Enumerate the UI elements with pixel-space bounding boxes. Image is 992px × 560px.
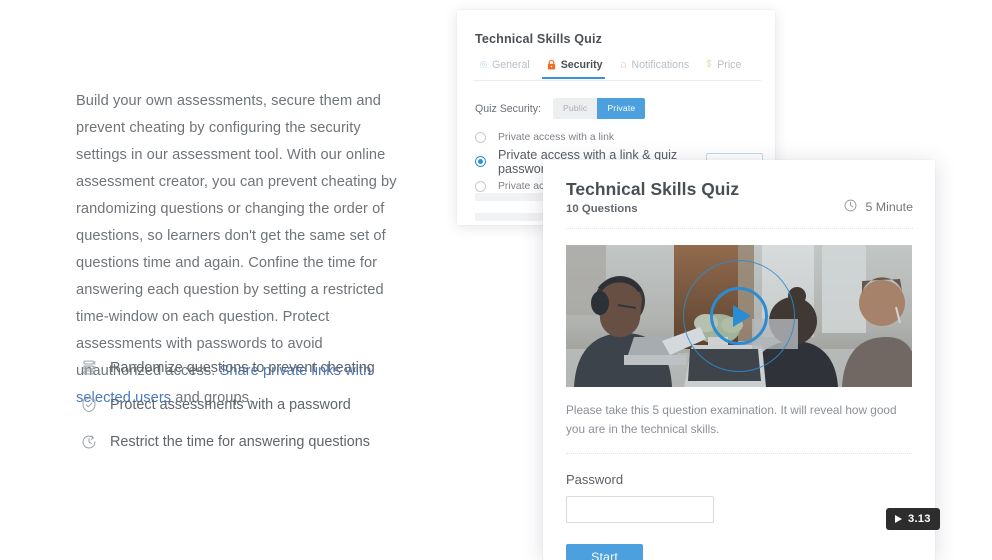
play-triangle-icon xyxy=(895,515,902,523)
tab-price[interactable]: Price xyxy=(699,59,751,78)
tab-general[interactable]: General xyxy=(473,59,540,78)
shuffle-layers-icon xyxy=(76,355,102,381)
clock-icon xyxy=(843,198,858,216)
lock-icon xyxy=(546,59,557,71)
quiz-intro-video[interactable] xyxy=(566,245,912,387)
play-inner-circle xyxy=(710,287,768,345)
password-input[interactable] xyxy=(566,496,714,523)
gear-icon xyxy=(479,60,488,69)
quiz-security-row: Quiz Security: Public Private xyxy=(475,98,645,119)
shield-check-icon xyxy=(76,392,102,418)
tab-notifications-label: Notifications xyxy=(632,59,690,71)
quiz-preview-header: Technical Skills Quiz 10 Questions 5 Min… xyxy=(543,160,935,215)
settings-tabs: General Security Notifications xyxy=(473,56,761,81)
list-item: Protect assessments with a password xyxy=(76,386,416,423)
list-item: Randomize questions to prevent cheating xyxy=(76,349,416,386)
radio-icon-selected xyxy=(475,156,486,167)
description-divider xyxy=(566,453,912,454)
quiz-preview-card: Technical Skills Quiz 10 Questions 5 Min… xyxy=(543,160,935,560)
list-item-label: Protect assessments with a password xyxy=(110,395,351,415)
play-button-icon[interactable] xyxy=(681,258,797,374)
quiz-duration-label: 5 Minute xyxy=(865,200,913,214)
start-button[interactable]: Start xyxy=(566,544,643,560)
quiz-preview-title: Technical Skills Quiz xyxy=(566,178,913,200)
play-triangle xyxy=(733,305,751,327)
settings-card-title: Technical Skills Quiz xyxy=(475,32,602,46)
clock-restrict-icon xyxy=(76,429,102,455)
list-item-label: Restrict the time for answering question… xyxy=(110,432,370,452)
video-time-label: 3.13 xyxy=(908,513,931,525)
tab-general-label: General xyxy=(492,59,530,71)
radio-option-link[interactable]: Private access with a link xyxy=(475,126,763,148)
bell-icon xyxy=(619,60,628,70)
quiz-security-label: Quiz Security: xyxy=(475,103,541,115)
feature-list: Randomize questions to prevent cheating … xyxy=(76,349,416,460)
radio-option-link-label: Private access with a link xyxy=(498,132,614,143)
tab-price-label: Price xyxy=(717,59,741,71)
quiz-security-segmented-control[interactable]: Public Private xyxy=(553,98,645,119)
list-item-label: Randomize questions to prevent cheating xyxy=(110,358,375,378)
radio-icon xyxy=(475,132,486,143)
video-time-badge[interactable]: 3.13 xyxy=(886,508,940,530)
password-label: Password xyxy=(566,472,912,487)
tab-notifications[interactable]: Notifications xyxy=(613,59,700,78)
quiz-description: Please take this 5 question examination.… xyxy=(566,401,912,439)
quiz-duration: 5 Minute xyxy=(843,198,913,216)
segment-private[interactable]: Private xyxy=(597,98,645,119)
tab-security[interactable]: Security xyxy=(540,59,613,78)
header-divider xyxy=(566,228,913,229)
radio-icon xyxy=(475,181,486,192)
tab-security-label: Security xyxy=(561,59,603,71)
dollar-icon xyxy=(705,59,713,70)
list-item: Restrict the time for answering question… xyxy=(76,423,416,460)
paragraph-text-before-link: Build your own assessments, secure them … xyxy=(76,93,397,379)
segment-public[interactable]: Public xyxy=(553,98,597,119)
